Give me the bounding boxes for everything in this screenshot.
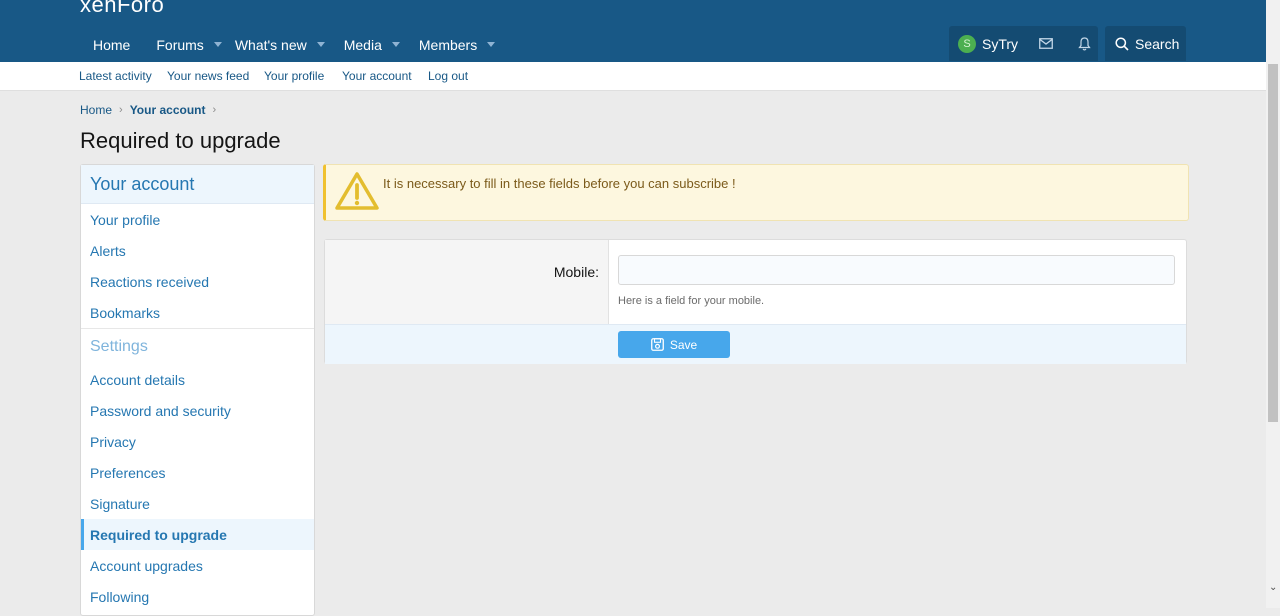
page-title: Required to upgrade xyxy=(80,128,281,153)
envelope-icon[interactable] xyxy=(1038,36,1054,52)
subnav-your-account[interactable]: Your account xyxy=(342,69,412,83)
warning-triangle-icon xyxy=(334,171,380,216)
breadcrumb-home[interactable]: Home xyxy=(80,103,112,117)
avatar[interactable]: S xyxy=(958,34,976,53)
warning-text: It is necessary to fill in these fields … xyxy=(383,176,736,191)
nav-tab-home[interactable]: Home xyxy=(80,27,143,62)
warning-message: It is necessary to fill in these fields … xyxy=(323,164,1189,221)
subnav-latest-activity[interactable]: Latest activity xyxy=(79,69,152,83)
nav-tab-label: Forums xyxy=(156,36,204,53)
page-scrollbar[interactable]: ⌄ xyxy=(1266,0,1280,608)
sidebar-item-alerts[interactable]: Alerts xyxy=(81,235,314,266)
search-button[interactable]: Search xyxy=(1105,26,1186,61)
caret-down-icon[interactable] xyxy=(316,42,325,47)
breadcrumb: Home › Your account › xyxy=(80,103,223,117)
nav-tab-whats-new[interactable]: What's new xyxy=(235,27,338,62)
chevron-right-icon: › xyxy=(212,104,217,116)
subnav-log-out[interactable]: Log out xyxy=(428,69,468,83)
save-icon xyxy=(650,338,664,351)
sidebar-item-required-to-upgrade[interactable]: Required to upgrade xyxy=(81,519,314,550)
main-nav: Home Forums What's new Media Members xyxy=(80,27,508,62)
user-nav-group: S SyTry xyxy=(949,26,1098,61)
search-label: Search xyxy=(1135,35,1180,52)
upgrade-form: Mobile: Here is a field for your mobile.… xyxy=(324,239,1187,364)
search-icon xyxy=(1115,36,1129,51)
scrollbar-thumb[interactable] xyxy=(1268,64,1278,422)
sidebar-section-settings: Settings xyxy=(81,328,314,364)
nav-tab-label: Media xyxy=(343,36,382,53)
nav-tab-members[interactable]: Members xyxy=(413,27,508,62)
sidebar-item-reactions-received[interactable]: Reactions received xyxy=(81,266,314,297)
sub-nav: Latest activity Your news feed Your prof… xyxy=(0,62,1266,91)
save-label: Save xyxy=(669,337,698,352)
site-header: xenForo Home Forums What's new Media Mem… xyxy=(0,0,1266,62)
nav-tab-label: Members xyxy=(418,36,478,53)
username-link[interactable]: SyTry xyxy=(982,36,1018,52)
caret-down-icon[interactable] xyxy=(391,42,400,47)
nav-tab-forums[interactable]: Forums xyxy=(143,27,234,62)
sidebar-item-account-upgrades[interactable]: Account upgrades xyxy=(81,550,314,581)
caret-down-icon[interactable] xyxy=(487,42,496,47)
form-label-column: Mobile: xyxy=(325,240,609,324)
mobile-input[interactable] xyxy=(618,255,1175,285)
sidebar-item-your-profile[interactable]: Your profile xyxy=(81,204,314,235)
sidebar-item-password-security[interactable]: Password and security xyxy=(81,395,314,426)
breadcrumb-your-account[interactable]: Your account xyxy=(130,103,206,117)
mobile-hint: Here is a field for your mobile. xyxy=(618,295,765,307)
nav-tab-media[interactable]: Media xyxy=(338,27,413,62)
sidebar-item-signature[interactable]: Signature xyxy=(81,488,314,519)
chevron-right-icon: › xyxy=(119,104,123,116)
scroll-down-icon[interactable]: ⌄ xyxy=(1269,582,1277,593)
bell-icon[interactable] xyxy=(1076,36,1092,52)
form-footer: Save xyxy=(325,324,1186,364)
sidebar-heading: Your account xyxy=(81,165,314,204)
mobile-label: Mobile: xyxy=(553,264,599,280)
caret-down-icon[interactable] xyxy=(213,42,222,47)
sidebar-item-privacy[interactable]: Privacy xyxy=(81,426,314,457)
nav-tab-label: Home xyxy=(93,36,131,53)
nav-tab-label: What's new xyxy=(234,36,307,53)
sidebar-item-following[interactable]: Following xyxy=(81,581,314,612)
subnav-your-profile[interactable]: Your profile xyxy=(264,69,324,83)
account-sidebar: Your account Your profile Alerts Reactio… xyxy=(80,164,315,616)
subnav-news-feed[interactable]: Your news feed xyxy=(167,69,249,83)
sidebar-item-preferences[interactable]: Preferences xyxy=(81,457,314,488)
sidebar-item-account-details[interactable]: Account details xyxy=(81,364,314,395)
site-logo[interactable]: xenForo xyxy=(80,0,164,18)
save-button[interactable]: Save xyxy=(618,331,730,358)
sidebar-item-bookmarks[interactable]: Bookmarks xyxy=(81,297,314,328)
